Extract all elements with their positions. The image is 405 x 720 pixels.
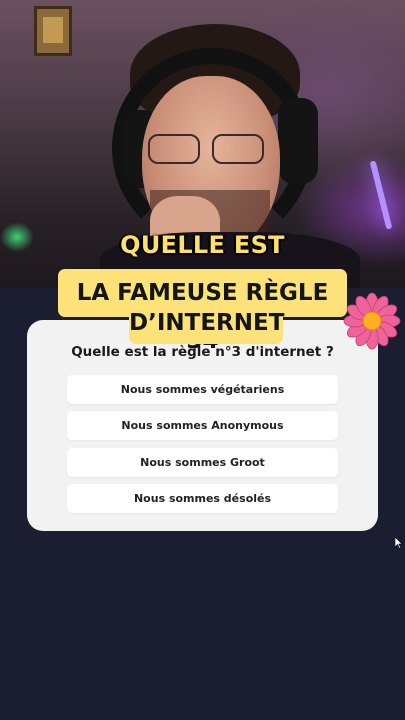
flower-icon xyxy=(343,292,401,350)
title-line-1: QUELLE EST xyxy=(120,231,285,259)
glasses-left-lens xyxy=(148,134,200,164)
answer-option-3[interactable]: Nous sommes Groot xyxy=(67,448,338,477)
headphone-right-cup xyxy=(278,98,318,184)
answer-option-4[interactable]: Nous sommes désolés xyxy=(67,484,338,513)
answer-option-1[interactable]: Nous sommes végétariens xyxy=(67,375,338,404)
purple-light xyxy=(369,160,393,230)
wall-picture-frame xyxy=(34,6,72,56)
title-line-3: D’INTERNET xyxy=(129,306,284,344)
answer-option-2[interactable]: Nous sommes Anonymous xyxy=(67,411,338,440)
mouse-cursor-icon xyxy=(395,537,403,549)
glasses-right-lens xyxy=(212,134,264,164)
